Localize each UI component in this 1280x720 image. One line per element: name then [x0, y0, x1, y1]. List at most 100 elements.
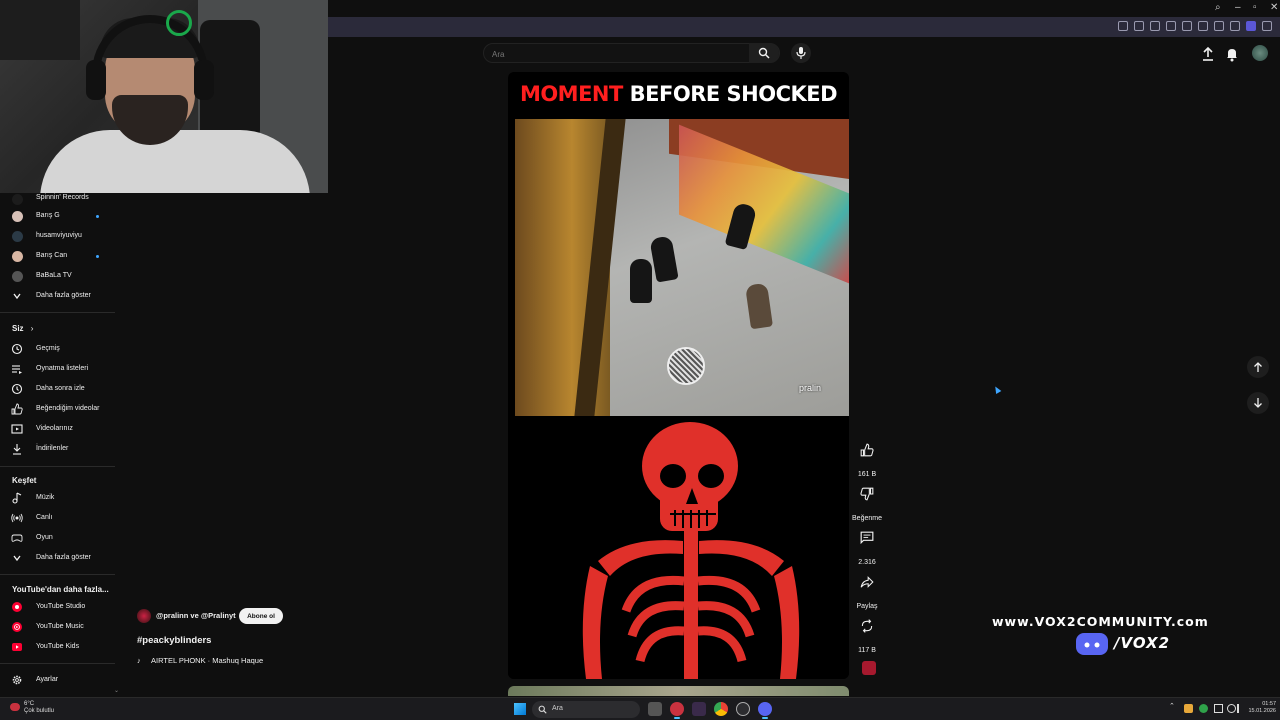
- tray-display-icon[interactable]: [1214, 704, 1223, 713]
- system-clock[interactable]: 01:57 15.01.2026: [1246, 701, 1276, 715]
- channel-name[interactable]: @pralinn ve @Pralinyt: [156, 611, 236, 620]
- taskbar-search-label: Ara: [552, 705, 563, 712]
- sidebar-subscription-item[interactable]: Barış Can: [0, 246, 118, 266]
- sidebar-subscription-item[interactable]: BaBaLa TV: [0, 266, 118, 286]
- windows-start-button[interactable]: [514, 703, 526, 715]
- comments-button[interactable]: 2.316: [852, 528, 882, 566]
- volume-icon[interactable]: [1237, 704, 1246, 713]
- dislike-button[interactable]: Beğenme: [852, 484, 882, 522]
- upload-icon[interactable]: [1199, 45, 1217, 63]
- scroll-down-indicator[interactable]: ⌄: [114, 687, 119, 694]
- next-short-preview[interactable]: [508, 686, 849, 696]
- sidebar-item-history[interactable]: Geçmiş: [0, 339, 118, 359]
- active-app-indicator: [762, 717, 768, 719]
- video-watermark: pralin: [799, 383, 822, 393]
- sidebar-item-youtube-kids[interactable]: YouTube Kids: [0, 637, 118, 657]
- channel-avatar[interactable]: [137, 609, 151, 623]
- microphone-icon: [796, 47, 806, 59]
- next-short-button[interactable]: [1247, 392, 1269, 414]
- voice-search-button[interactable]: [791, 43, 811, 63]
- sidebar-item-settings[interactable]: Ayarlar: [0, 670, 118, 690]
- sidebar-item-youtube-studio[interactable]: YouTube Studio: [0, 597, 118, 617]
- previous-short-button[interactable]: [1247, 356, 1269, 378]
- browser-search-icon[interactable]: ⌕: [1215, 2, 1221, 13]
- community-url: www.VOX2COMMUNITY.com: [992, 614, 1209, 629]
- search-button[interactable]: [749, 43, 779, 63]
- menu-extension-icon[interactable]: [1214, 21, 1224, 31]
- chevron-down-icon: [13, 555, 21, 562]
- restore-icon[interactable]: ▫: [1253, 2, 1257, 13]
- sidebar-item-downloads[interactable]: İndirilenler: [0, 439, 118, 459]
- discord-taskbar-icon[interactable]: [758, 702, 772, 716]
- thumbs-down-icon: [860, 487, 874, 501]
- like-button[interactable]: 161 B: [852, 440, 882, 478]
- network-icon[interactable]: [1227, 704, 1236, 713]
- heart-extension-icon[interactable]: [1182, 21, 1192, 31]
- sidebar: Spinnin' Records Barış G husamviyuviyu B…: [0, 193, 119, 703]
- sidebar-subscription-item[interactable]: husamviyuviyu: [0, 226, 118, 246]
- your-videos-icon: [11, 424, 23, 434]
- remix-button[interactable]: 117 B: [852, 616, 882, 654]
- video-hashtag[interactable]: #peackyblinders: [137, 635, 211, 646]
- account-avatar[interactable]: [1252, 45, 1268, 61]
- tray-app-icon[interactable]: [1184, 704, 1193, 713]
- weather-icon: [10, 703, 20, 711]
- opera-browser-icon[interactable]: [670, 702, 684, 716]
- download-extension-icon[interactable]: [1198, 21, 1208, 31]
- mouse-cursor: [992, 384, 1002, 395]
- extension-icon[interactable]: [1134, 21, 1144, 31]
- sidebar-item-label: Beğendiğim videolar: [36, 405, 100, 412]
- media-app-icon[interactable]: [692, 702, 706, 716]
- tray-app-icon[interactable]: [1199, 704, 1208, 713]
- explore-section-heading: Keşfet: [12, 476, 37, 485]
- sidebar-item-liked-videos[interactable]: Beğendiğim videolar: [0, 399, 118, 419]
- profile-extension-icon[interactable]: [1246, 21, 1256, 31]
- sidebar-item-youtube-music[interactable]: YouTube Music: [0, 617, 118, 637]
- music-credit[interactable]: ♪ AIRTEL PHONK · Mashuq Haque: [137, 656, 263, 665]
- short-video-player[interactable]: MOMENT BEFORE SHOCKED pralin: [508, 72, 849, 679]
- downloads-icon: [13, 444, 21, 455]
- close-window-icon[interactable]: ✕: [1270, 2, 1278, 13]
- sidebar-subscription-item[interactable]: Barış G: [0, 206, 118, 226]
- show-more-subscriptions[interactable]: Daha fazla göster: [0, 286, 118, 306]
- section-heading-label: Siz: [12, 324, 24, 333]
- clock-time: 01:57: [1262, 701, 1276, 707]
- video-frame-clip: pralin: [515, 119, 849, 416]
- subscribe-button[interactable]: Abone ol: [239, 608, 283, 624]
- task-view-icon[interactable]: [648, 702, 662, 716]
- arrow-up-icon: [1254, 362, 1262, 372]
- settings-extension-icon[interactable]: [1262, 21, 1272, 31]
- sidebar-item-your-videos[interactable]: Videolarınız: [0, 419, 118, 439]
- sidebar-item-live[interactable]: Canlı: [0, 508, 118, 528]
- you-section-heading[interactable]: Siz ›: [12, 324, 33, 333]
- extension-icon[interactable]: [1150, 21, 1160, 31]
- taskbar-search[interactable]: Ara: [532, 701, 640, 718]
- extension-icon[interactable]: [1166, 21, 1176, 31]
- extension-icon[interactable]: [1230, 21, 1240, 31]
- search-input[interactable]: [492, 47, 742, 61]
- minimize-icon[interactable]: –: [1235, 2, 1241, 13]
- sidebar-item-playlists[interactable]: Oynatma listeleri: [0, 359, 118, 379]
- notifications-icon[interactable]: [1223, 45, 1241, 63]
- youtube-studio-icon: [12, 602, 22, 612]
- sidebar-item-music[interactable]: Müzik: [0, 488, 118, 508]
- show-more-explore[interactable]: Daha fazla göster: [0, 548, 118, 568]
- skeleton-graphic: [508, 416, 849, 679]
- sidebar-item-label: Daha fazla göster: [36, 292, 91, 299]
- search-icon: [758, 47, 770, 59]
- sidebar-item-label: İndirilenler: [36, 445, 69, 452]
- chevron-down-icon: [13, 293, 21, 300]
- gaming-icon: [11, 534, 23, 542]
- tray-chevron-icon[interactable]: ⌃: [1169, 702, 1178, 711]
- steam-icon[interactable]: [736, 702, 750, 716]
- sidebar-item-label: BaBaLa TV: [36, 272, 72, 279]
- channel-avatar: [12, 251, 23, 262]
- new-content-dot: [96, 215, 99, 218]
- chrome-icon[interactable]: [714, 702, 728, 716]
- extension-icon[interactable]: [1118, 21, 1128, 31]
- sound-thumbnail[interactable]: [862, 661, 876, 675]
- share-button[interactable]: Paylaş: [852, 572, 882, 610]
- sidebar-item-watch-later[interactable]: Daha sonra izle: [0, 379, 118, 399]
- webcam-overlay: [0, 0, 328, 193]
- sidebar-item-gaming[interactable]: Oyun: [0, 528, 118, 548]
